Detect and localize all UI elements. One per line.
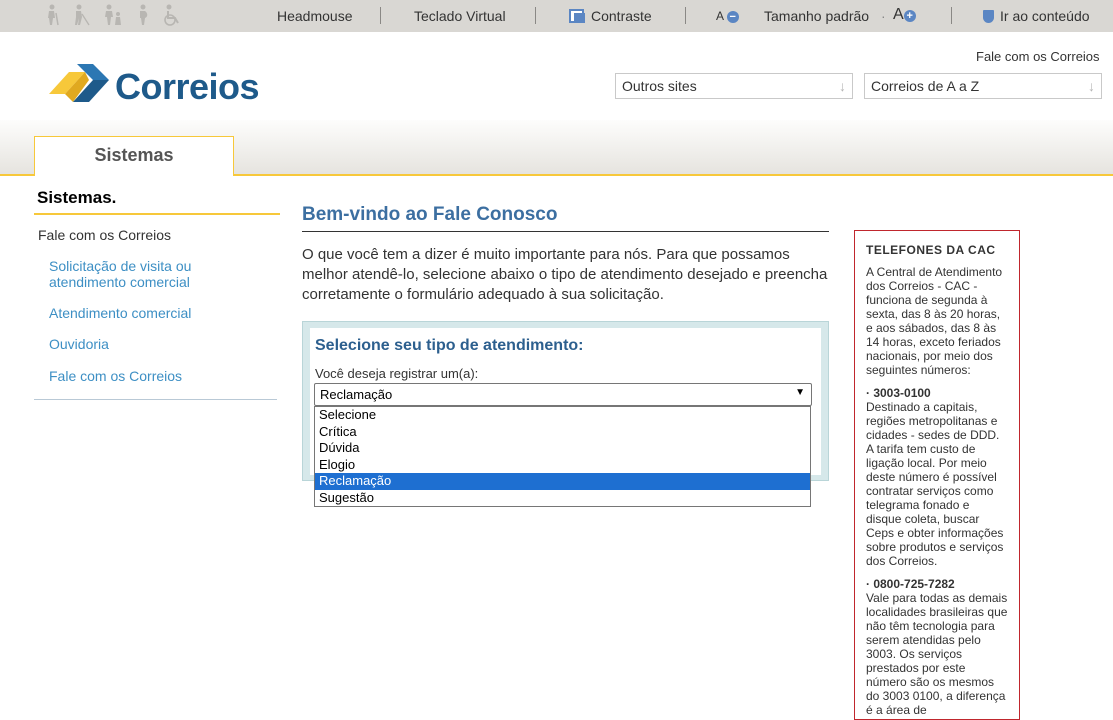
option-reclamacao[interactable]: Reclamação [315, 473, 810, 490]
triangle-down-icon: ▼ [795, 387, 805, 398]
sidebar-divider [34, 213, 280, 215]
family-icon [105, 4, 121, 25]
option-duvida[interactable]: Dúvida [315, 440, 810, 457]
option-elogio[interactable]: Elogio [315, 457, 810, 474]
topbar-divider [535, 7, 536, 24]
option-critica[interactable]: Crítica [315, 424, 810, 441]
service-type-select[interactable]: Reclamação ▼ [314, 383, 812, 406]
font-decrease-label: A [716, 9, 724, 23]
tab-sistemas[interactable]: Sistemas [34, 136, 234, 176]
skip-to-content-link[interactable]: Ir ao conteúdo [983, 8, 1090, 24]
font-default-link[interactable]: Tamanho padrão [764, 8, 869, 24]
headmouse-link[interactable]: Headmouse [277, 8, 353, 24]
accessibility-bar: Headmouse Teclado Virtual Contraste A − … [0, 0, 1113, 32]
minus-icon: − [726, 11, 739, 23]
phone-text-1: Destinado a capitais, regiões metropolit… [866, 400, 1004, 568]
shield-icon [983, 10, 994, 23]
phones-box: TELEFONES DA CAC A Central de Atendiment… [854, 230, 1020, 720]
blind-person-icon [75, 4, 90, 26]
contrast-icon [569, 9, 585, 23]
form-label: Você deseja registrar um(a): [315, 366, 479, 381]
skip-to-content-label: Ir ao conteúdo [1000, 8, 1090, 24]
topbar-dot: · [881, 8, 886, 24]
arrow-down-icon: ↓ [1088, 78, 1095, 94]
intro-text: O que você tem a dizer é muito important… [302, 246, 828, 303]
elderly-person-icon [48, 4, 59, 26]
logo-text: Correios [115, 66, 260, 107]
topbar-divider [380, 7, 381, 24]
wheelchair-icon [164, 4, 179, 26]
correios-logo-icon [49, 64, 109, 102]
sidebar-bottom-divider [34, 399, 277, 400]
phone-number-1: · 3003-0100 [866, 386, 931, 400]
topbar-divider [685, 7, 686, 24]
pregnant-person-icon [140, 4, 148, 25]
font-decrease-button[interactable]: A − [716, 9, 739, 23]
option-sugestao[interactable]: Sugestão [315, 490, 810, 507]
phones-intro: A Central de Atendimento dos Correios - … [866, 265, 1003, 377]
service-type-value: Reclamação [320, 387, 393, 402]
correios-az-select[interactable]: Correios de A a Z ↓ [864, 73, 1102, 99]
topbar-divider [951, 7, 952, 24]
other-sites-select[interactable]: Outros sites ↓ [615, 73, 853, 99]
correios-az-value: Correios de A a Z [871, 78, 980, 94]
option-selecione[interactable]: Selecione [315, 407, 810, 424]
contrast-label: Contraste [591, 8, 652, 24]
contact-link[interactable]: Fale com os Correios [976, 49, 1100, 64]
font-increase-button[interactable]: A + [893, 6, 916, 24]
virtual-keyboard-link[interactable]: Teclado Virtual [414, 8, 506, 24]
phone-text-2: Vale para todas as demais localidades br… [866, 591, 1008, 717]
contrast-link[interactable]: Contraste [569, 8, 652, 24]
sidebar-item-ombudsman[interactable]: Ouvidoria [49, 336, 249, 352]
arrow-down-icon: ↓ [839, 78, 846, 94]
phone-number-2: · 0800-725-7282 [866, 577, 955, 591]
sidebar-heading[interactable]: Fale com os Correios [38, 227, 171, 243]
sidebar-title: Sistemas. [37, 188, 117, 207]
sidebar-item-commercial-service[interactable]: Atendimento comercial [49, 305, 249, 321]
plus-icon: + [903, 10, 916, 22]
sidebar-item-visit-request[interactable]: Solicitação de visita ou atendimento com… [49, 258, 249, 290]
title-divider [302, 231, 829, 232]
phones-title: TELEFONES DA CAC [866, 243, 996, 257]
other-sites-value: Outros sites [622, 78, 697, 94]
form-title: Selecione seu tipo de atendimento: [315, 337, 584, 354]
correios-logo[interactable]: Correios [49, 64, 260, 110]
page-title: Bem-vindo ao Fale Conosco [302, 204, 558, 225]
font-increase-label: A [893, 6, 904, 23]
accessibility-icons [44, 4, 182, 26]
sidebar-item-contact[interactable]: Fale com os Correios [49, 368, 249, 384]
service-type-dropdown: Selecione Crítica Dúvida Elogio Reclamaç… [314, 406, 811, 507]
